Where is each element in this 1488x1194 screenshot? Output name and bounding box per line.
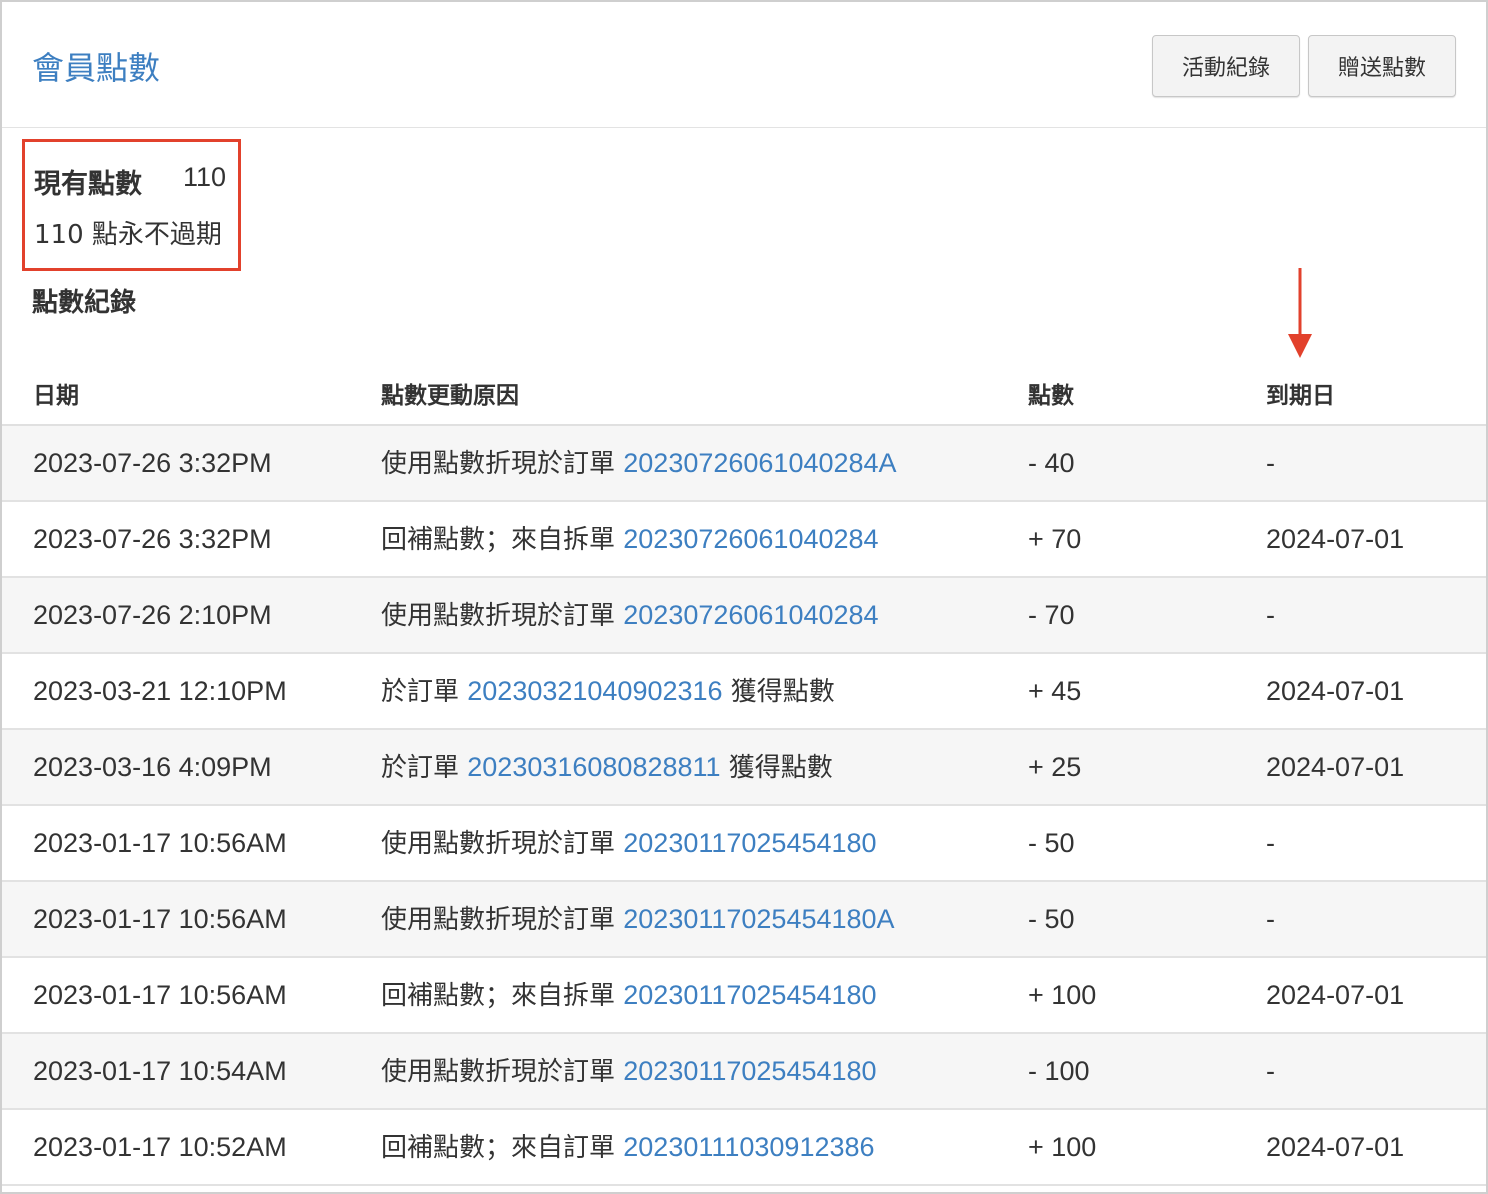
table-row: 2023-07-26 2:10PM 使用點數折現於訂單 2023072606104…	[2, 578, 1486, 654]
order-link[interactable]: 20230316080828811	[467, 752, 720, 782]
order-link[interactable]: 20230726061040284	[623, 600, 878, 630]
reason-suffix: 獲得點數	[720, 753, 833, 783]
row-date: 2023-01-17 10:56AM	[33, 904, 287, 934]
table-row: 2023-03-21 12:10PM 於訂單 20230321040902316 …	[2, 654, 1486, 730]
row-date: 2023-03-21 12:10PM	[33, 676, 287, 706]
row-reason: 使用點數折現於訂單 20230117025454180	[381, 806, 877, 880]
current-points-value: 110	[182, 162, 226, 192]
table-row: 2023-01-17 10:56AM 使用點數折現於訂單 202301170254…	[2, 882, 1486, 958]
row-reason: 回補點數；來自拆單 20230117025454180	[381, 958, 877, 1032]
row-reason: 回補點數；來自拆單 20230726061040284	[381, 502, 879, 576]
reason-text: 使用點數折現於訂單	[381, 1057, 624, 1087]
row-points: - 100	[1028, 1056, 1090, 1086]
row-points: - 40	[1028, 448, 1075, 478]
order-link[interactable]: 20230117025454180A	[623, 904, 894, 934]
row-points: - 70	[1028, 600, 1075, 630]
row-date: 2023-01-17 10:54AM	[33, 1056, 287, 1086]
reason-text: 回補點數；來自訂單	[381, 1133, 624, 1163]
reason-text: 使用點數折現於訂單	[381, 601, 624, 631]
row-date: 2023-07-26 3:32PM	[33, 448, 272, 478]
row-points: + 25	[1028, 752, 1082, 782]
order-link[interactable]: 20230117025454180	[623, 828, 876, 858]
row-date: 2023-01-17 10:56AM	[33, 828, 287, 858]
order-link[interactable]: 20230117025454180	[623, 1056, 876, 1086]
order-link[interactable]: 20230726061040284A	[623, 448, 896, 478]
reason-text: 使用點數折現於訂單	[381, 449, 624, 479]
row-expiry: -	[1266, 904, 1275, 934]
row-reason: 使用點數折現於訂單 20230117025454180	[381, 1034, 877, 1108]
row-expiry: -	[1266, 600, 1275, 630]
row-date: 2023-01-17 10:56AM	[33, 980, 287, 1010]
down-arrow-icon	[1288, 268, 1312, 358]
column-header-reason: 點數更動原因	[381, 383, 519, 409]
page-title: 會員點數	[32, 50, 161, 86]
table-row: 2023-01-17 10:56AM 使用點數折現於訂單 202301170254…	[2, 806, 1486, 882]
row-points: + 100	[1028, 980, 1097, 1010]
points-summary-highlight: 現有點數 110 110 點永不過期	[22, 139, 241, 271]
order-link[interactable]: 20230726061040284	[623, 524, 878, 554]
table-row: 2023-07-26 3:32PM 使用點數折現於訂單 2023072606104…	[2, 426, 1486, 502]
row-expiry: 2024-07-01	[1266, 752, 1405, 782]
row-date: 2023-03-16 4:09PM	[33, 752, 272, 782]
table-row: 2023-01-17 10:56AM 回補點數；來自拆單 202301170254…	[2, 958, 1486, 1034]
reason-text: 使用點數折現於訂單	[381, 905, 624, 935]
table-header: 日期 點數更動原因 點數 到期日	[2, 356, 1486, 426]
points-history-table: 日期 點數更動原因 點數 到期日 2023-07-26 3:32PM 使用點數折現…	[2, 356, 1486, 1186]
table-row: 2023-07-26 3:32PM 回補點數；來自拆單 2023072606104…	[2, 502, 1486, 578]
row-expiry: 2024-07-01	[1266, 676, 1405, 706]
order-link[interactable]: 20230117025454180	[623, 980, 876, 1010]
row-points: + 45	[1028, 676, 1082, 706]
table-row: 2023-01-17 10:54AM 使用點數折現於訂單 202301170254…	[2, 1034, 1486, 1110]
reason-text: 於訂單	[381, 677, 468, 707]
row-reason: 於訂單 20230321040902316 獲得點數	[381, 654, 835, 728]
row-date: 2023-07-26 2:10PM	[33, 600, 272, 630]
row-points: + 70	[1028, 524, 1082, 554]
table-row: 2023-03-16 4:09PM 於訂單 20230316080828811 獲…	[2, 730, 1486, 806]
activity-log-button[interactable]: 活動紀錄	[1152, 35, 1300, 97]
row-reason: 回補點數；來自訂單 20230111030912386	[381, 1110, 875, 1184]
row-reason: 使用點數折現於訂單 20230726061040284A	[381, 426, 897, 500]
row-date: 2023-07-26 3:32PM	[33, 524, 272, 554]
row-expiry: -	[1266, 448, 1275, 478]
order-link[interactable]: 20230111030912386	[623, 1132, 874, 1162]
row-expiry: 2024-07-01	[1266, 1132, 1405, 1162]
member-points-panel: 會員點數 活動紀錄 贈送點數 現有點數 110 110 點永不過期 點數紀錄 日…	[0, 0, 1488, 1194]
panel-header: 會員點數 活動紀錄 贈送點數	[2, 2, 1486, 128]
order-link[interactable]: 20230321040902316	[467, 676, 722, 706]
row-reason: 使用點數折現於訂單 20230117025454180A	[381, 882, 895, 956]
reason-suffix: 獲得點數	[722, 677, 835, 707]
row-points: + 100	[1028, 1132, 1097, 1162]
column-header-points: 點數	[1028, 383, 1074, 409]
reason-text: 回補點數；來自拆單	[381, 525, 624, 555]
table-body: 2023-07-26 3:32PM 使用點數折現於訂單 2023072606104…	[2, 426, 1486, 1186]
row-date: 2023-01-17 10:52AM	[33, 1132, 287, 1162]
points-history-title: 點數紀錄	[32, 288, 137, 318]
column-header-date: 日期	[33, 383, 79, 409]
row-expiry: -	[1266, 1056, 1275, 1086]
reason-text: 使用點數折現於訂單	[381, 829, 624, 859]
row-expiry: 2024-07-01	[1266, 980, 1405, 1010]
current-points-label: 現有點數	[34, 169, 142, 200]
reason-text: 於訂單	[381, 753, 468, 783]
row-points: - 50	[1028, 904, 1075, 934]
row-points: - 50	[1028, 828, 1075, 858]
gift-points-button[interactable]: 贈送點數	[1308, 35, 1456, 97]
points-expiry-note: 110 點永不過期	[34, 220, 222, 250]
reason-text: 回補點數；來自拆單	[381, 981, 624, 1011]
row-expiry: -	[1266, 828, 1275, 858]
table-row: 2023-01-17 10:52AM 回補點數；來自訂單 202301110309…	[2, 1110, 1486, 1186]
column-header-expiry: 到期日	[1266, 383, 1335, 409]
row-expiry: 2024-07-01	[1266, 524, 1405, 554]
row-reason: 使用點數折現於訂單 20230726061040284	[381, 578, 879, 652]
row-reason: 於訂單 20230316080828811 獲得點數	[381, 730, 833, 804]
